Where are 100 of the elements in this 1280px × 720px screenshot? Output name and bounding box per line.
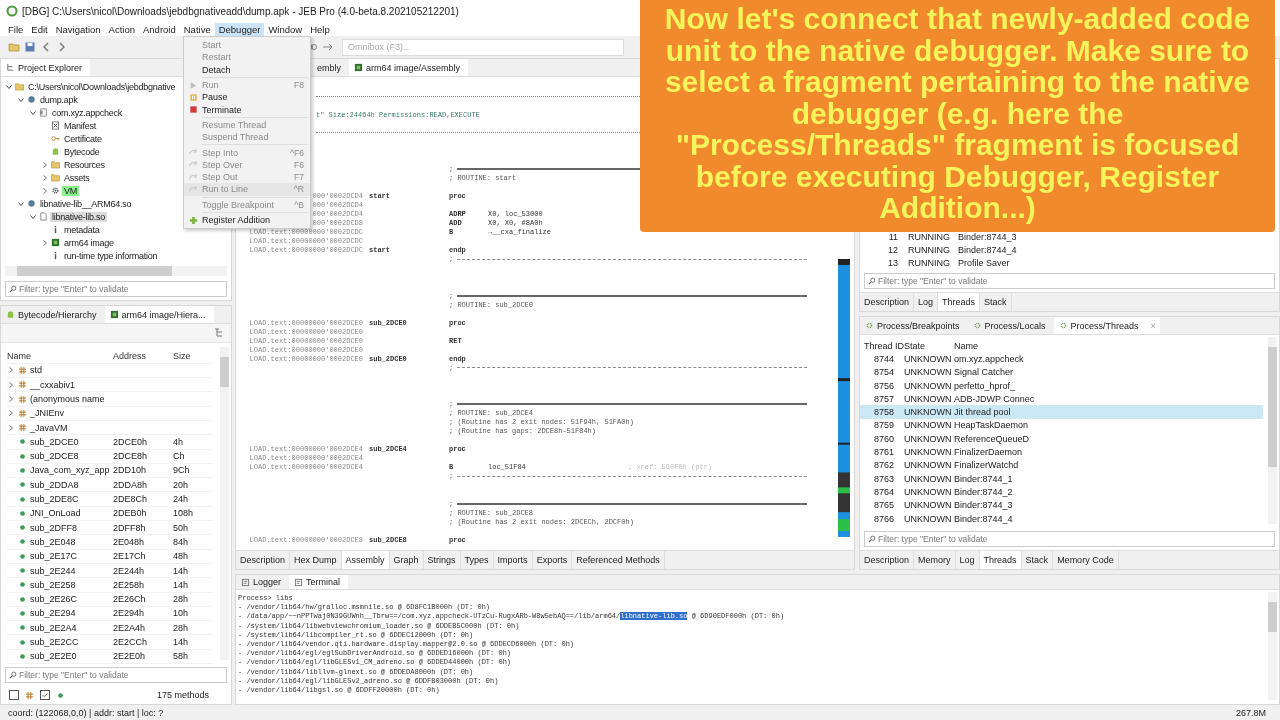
column-header[interactable]: State: [904, 340, 954, 351]
table-row[interactable]: 8763 UNKNOWN Binder:8744_1: [860, 471, 1263, 486]
checkbox[interactable]: [40, 690, 50, 700]
table-cell[interactable]: sub_2E244: [30, 565, 76, 576]
tree-item[interactable]: Assets: [62, 172, 92, 183]
tab[interactable]: Hex Dump: [290, 551, 342, 569]
tab[interactable]: Process/Breakpoints: [860, 317, 968, 334]
tab[interactable]: Assembly: [341, 551, 390, 569]
table-cell[interactable]: (anonymous name: [30, 394, 105, 404]
column-header[interactable]: Thread ID: [864, 340, 904, 351]
tree-item[interactable]: Resources: [62, 159, 107, 170]
table-row[interactable]: 8766 UNKNOWN Binder:8744_4: [860, 511, 1263, 526]
table-cell[interactable]: sub_2DCE0: [30, 436, 79, 447]
table-cell[interactable]: _JavaVM: [30, 422, 68, 433]
table-cell[interactable]: Java_com_xyz_app: [30, 465, 110, 476]
tab[interactable]: Graph: [389, 551, 424, 569]
column-header[interactable]: Address: [113, 351, 173, 362]
tree-item[interactable]: arm64 image: [62, 237, 116, 248]
tab[interactable]: Types: [460, 551, 494, 569]
filter-field[interactable]: Filter: type "Enter" to validate: [5, 281, 227, 298]
table-row[interactable]: 8762 UNKNOWN FinalizerWatchd: [860, 458, 1263, 472]
menu-item[interactable]: Edit: [27, 22, 52, 36]
tab[interactable]: Threads: [938, 293, 981, 311]
tree-item[interactable]: libnative-lib__ARM64.so: [38, 198, 134, 209]
table-cell[interactable]: sub_2E258: [30, 579, 76, 590]
table-cell[interactable]: sub_2E2E0: [30, 651, 77, 662]
tab[interactable]: Stack: [980, 293, 1012, 311]
menu-item[interactable]: Pause: [184, 91, 310, 104]
tree-item[interactable]: Bytecode: [62, 146, 102, 157]
tab[interactable]: Process/Threads: [1053, 317, 1147, 334]
tab[interactable]: Logger: [236, 575, 290, 589]
save-icon[interactable]: [24, 41, 36, 53]
table-row[interactable]: 8759 UNKNOWN HeapTaskDaemon: [860, 418, 1263, 433]
table-row[interactable]: 8758 UNKNOWN Jit thread pool: [860, 405, 1263, 419]
tree-item[interactable]: Certificate: [62, 133, 104, 144]
column-header[interactable]: Name: [954, 340, 978, 351]
tab[interactable]: Terminal: [289, 575, 349, 589]
table-cell[interactable]: std: [30, 365, 42, 376]
vertical-scrollbar[interactable]: [1268, 592, 1277, 700]
menu-item[interactable]: Terminate: [184, 103, 310, 116]
tab[interactable]: arm64 image/Assembly: [349, 59, 469, 76]
tab[interactable]: Description: [860, 551, 915, 569]
tab[interactable]: Threads: [979, 551, 1022, 569]
hierarchy-icon[interactable]: [213, 327, 225, 340]
menu-item[interactable]: File: [4, 22, 28, 36]
navigation-bar-drawing[interactable]: [838, 259, 850, 537]
checkbox[interactable]: [9, 690, 19, 700]
horizontal-scrollbar[interactable]: [5, 266, 227, 277]
tab[interactable]: Description: [860, 293, 915, 311]
tab[interactable]: Log: [955, 551, 980, 569]
table-row[interactable]: 8761 UNKNOWN FinalizerDaemon: [860, 445, 1263, 459]
table-row[interactable]: 8744 UNKNOWN om.xyz.appcheck: [860, 352, 1263, 366]
table-cell[interactable]: sub_2E2CC: [30, 637, 79, 648]
table-row[interactable]: 8764 UNKNOWN Binder:8744_2: [860, 485, 1263, 499]
omnibox-field[interactable]: Omnibox (F3)...: [342, 38, 624, 56]
table-row[interactable]: 8760 UNKNOWN ReferenceQueueD: [860, 432, 1263, 446]
table-cell[interactable]: JNI_OnLoad: [30, 508, 81, 519]
menu-item[interactable]: Detach: [184, 63, 310, 76]
table-cell[interactable]: sub_2E26C: [30, 594, 78, 605]
column-header[interactable]: Name: [7, 351, 113, 362]
tree-item[interactable]: com.xyz.appcheck: [50, 107, 125, 118]
vertical-scrollbar[interactable]: [1268, 337, 1277, 524]
tree-item[interactable]: VM: [62, 185, 79, 196]
table-row[interactable]: 8754 UNKNOWN Signal Catcher: [860, 365, 1263, 379]
tab[interactable]: Process/Locals: [967, 317, 1054, 334]
tree-item[interactable]: metadata: [62, 224, 102, 235]
vertical-scrollbar[interactable]: [220, 347, 229, 660]
menu-item[interactable]: Android: [139, 22, 180, 36]
table-cell[interactable]: __cxxabiv1: [30, 379, 76, 390]
table-cell[interactable]: _JNIEnv: [30, 408, 64, 419]
tree-item[interactable]: libnative-lib.so: [50, 211, 108, 222]
table-cell[interactable]: sub_2DCE8: [30, 451, 79, 462]
arrow-icon[interactable]: [322, 41, 334, 53]
tab[interactable]: embly: [312, 59, 349, 76]
tab[interactable]: Bytecode/Hierarchy: [1, 306, 105, 324]
menu-item[interactable]: Help: [306, 22, 334, 36]
tab[interactable]: Referenced Methods: [572, 551, 665, 569]
menu-item[interactable]: Debugger: [214, 22, 265, 36]
tab[interactable]: arm64 image/Hiera...: [104, 306, 214, 324]
table-cell[interactable]: sub_2E294: [30, 608, 76, 619]
menu-item[interactable]: Native: [179, 22, 215, 36]
menu-item[interactable]: Action: [104, 22, 139, 36]
filter-field[interactable]: Filter: type "Enter" to validate: [864, 273, 1275, 289]
table-row[interactable]: 8757 UNKNOWN ADB-JDWP Connec: [860, 392, 1263, 406]
table-cell[interactable]: sub_2DE8C: [30, 494, 79, 505]
table-cell[interactable]: sub_2E048: [30, 536, 76, 547]
filter-field[interactable]: Filter: type "Enter" to validate: [864, 531, 1275, 547]
tab[interactable]: Imports: [493, 551, 533, 569]
table-row[interactable]: 8765 UNKNOWN Binder:8744_3: [860, 498, 1263, 512]
tree-item[interactable]: run-time type information: [62, 250, 160, 261]
table-cell[interactable]: sub_2E17C: [30, 551, 78, 562]
tab[interactable]: Strings: [423, 551, 461, 569]
column-header[interactable]: Size: [173, 351, 203, 362]
tab[interactable]: Description: [236, 551, 291, 569]
filter-field[interactable]: Filter: type "Enter" to validate: [5, 667, 227, 683]
table-cell[interactable]: sub_2DFF8: [30, 522, 78, 533]
tab[interactable]: Exports: [532, 551, 573, 569]
tab[interactable]: Memory Code: [1053, 551, 1119, 569]
table-cell[interactable]: sub_2DDA8: [30, 479, 79, 490]
tab[interactable]: Stack: [1021, 551, 1054, 569]
